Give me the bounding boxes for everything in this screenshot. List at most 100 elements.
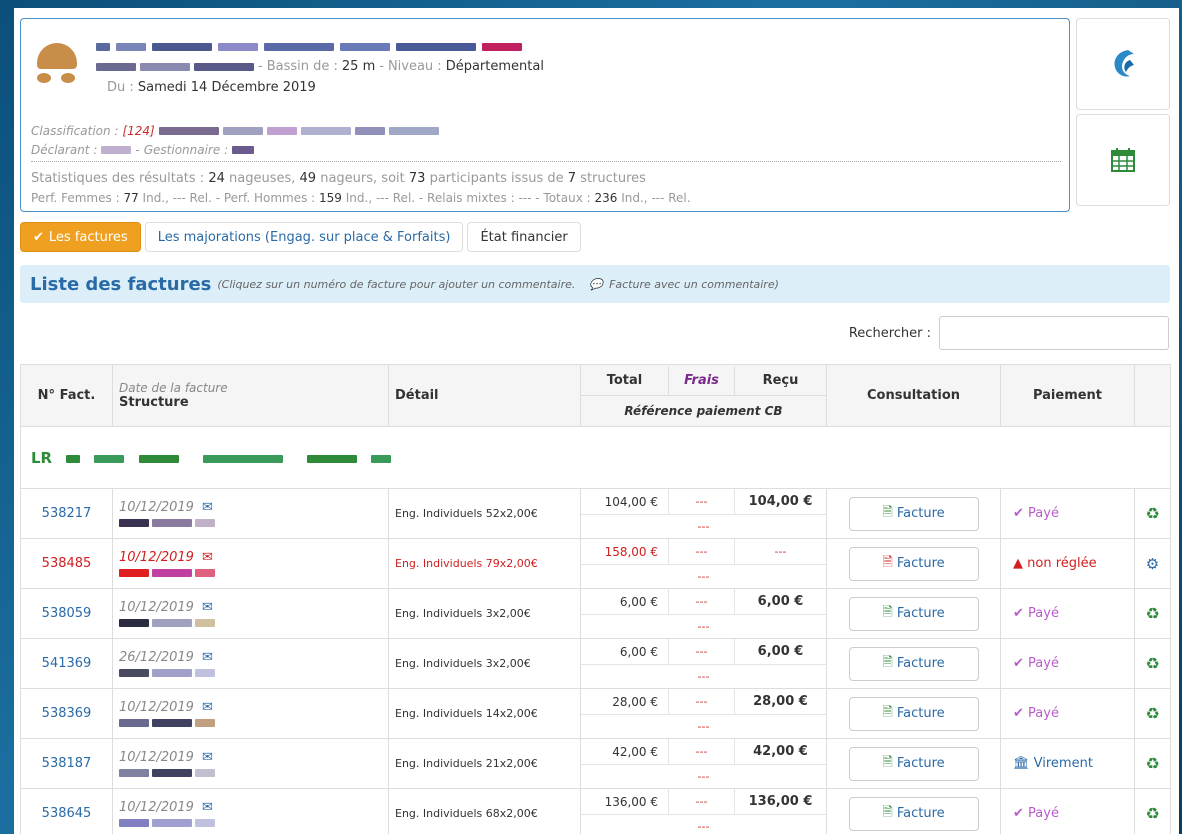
email-icon[interactable]: ✉ — [202, 500, 213, 515]
nageuses-label: nageuses, — [229, 171, 296, 186]
invoice-number-text[interactable]: 538485 — [42, 556, 92, 571]
facture-pdf-button[interactable]: 🗎 Facture — [848, 796, 979, 831]
pdf-icon: 🗎 — [882, 704, 893, 720]
participants-count: 73 — [408, 171, 426, 186]
facture-pdf-button[interactable]: 🗎 Facture — [848, 746, 979, 781]
recycle-icon[interactable]: ♻ — [1145, 804, 1159, 823]
perf-femmes-label: Perf. Femmes : — [31, 191, 120, 205]
facture-label: Facture — [896, 706, 945, 721]
check-icon: ✔ — [33, 229, 44, 245]
paid-status: ✔ Payé — [1013, 606, 1059, 621]
recycle-icon[interactable]: ♻ — [1145, 654, 1159, 673]
participants-label: participants issus de — [429, 171, 564, 186]
email-icon[interactable]: ✉ — [202, 750, 213, 765]
warning-icon: ▲ — [1013, 556, 1023, 571]
page: - Bassin de : 25 m - Niveau : Départemen… — [14, 8, 1179, 834]
col-total[interactable]: Total — [581, 365, 669, 395]
col-recu[interactable]: Reçu — [735, 366, 826, 395]
consultation-cell: 🗎 Facture — [826, 588, 1001, 639]
payment-reference: --- — [697, 570, 710, 583]
col-consultation[interactable]: Consultation — [826, 364, 1001, 427]
invoice-detail: Eng. Individuels 3x2,00€ — [388, 638, 581, 689]
payment-cell: ✔ Payé — [1000, 588, 1135, 639]
tab-factures-label: Les factures — [48, 229, 128, 245]
invoice-frais: --- — [669, 539, 735, 564]
money-cell: 6,00 € --- 6,00 € --- — [580, 638, 827, 689]
invoice-number[interactable]: 538645 — [20, 788, 113, 834]
stats-line-2: Perf. Femmes : 77 Ind., --- Rel. - Perf.… — [31, 191, 691, 205]
classification-label: Classification : — [31, 124, 119, 138]
totaux-value: 236 — [594, 191, 618, 205]
action-cell: ♻ — [1134, 488, 1171, 539]
consultation-cell: 🗎 Facture — [826, 488, 1001, 539]
payment-cell: ✔ Payé — [1000, 638, 1135, 689]
invoice-number-text[interactable]: 538059 — [42, 606, 92, 621]
payment-cell: ✔ Payé — [1000, 488, 1135, 539]
invoice-recu: 42,00 € — [753, 744, 808, 759]
email-icon[interactable]: ✉ — [202, 700, 213, 715]
invoice-date: 10/12/2019 — [119, 700, 194, 715]
tab-majorations-label: Les majorations (Engag. sur place & Forf… — [157, 229, 451, 245]
invoice-recu: --- — [774, 545, 787, 558]
invoice-number[interactable]: 538485 — [20, 538, 113, 589]
invoice-number[interactable]: 538369 — [20, 688, 113, 739]
calendar-button[interactable] — [1076, 114, 1170, 206]
consultation-cell: 🗎 Facture — [826, 688, 1001, 739]
facture-pdf-button[interactable]: 🗎 Facture — [848, 596, 979, 631]
table-row: 538485 10/12/2019 ✉ Eng. Individuels 79x… — [20, 538, 1171, 589]
table-row: 538187 10/12/2019 ✉ Eng. Individuels 21x… — [20, 738, 1171, 789]
email-icon[interactable]: ✉ — [202, 600, 213, 615]
perf-femmes-rest: Ind., --- Rel. - Perf. Hommes : — [142, 191, 316, 205]
invoice-number[interactable]: 538217 — [20, 488, 113, 539]
meet-title-redacted — [96, 41, 656, 53]
date-structure-cell: 10/12/2019 ✉ — [112, 488, 389, 539]
col-paiement[interactable]: Paiement — [1000, 364, 1135, 427]
email-icon[interactable]: ✉ — [202, 800, 213, 815]
nageurs-count: 49 — [299, 171, 317, 186]
facture-pdf-button[interactable]: 🗎 Facture — [848, 496, 979, 531]
tab-factures[interactable]: ✔ Les factures — [20, 222, 141, 252]
invoice-number[interactable]: 538059 — [20, 588, 113, 639]
action-cell: ♻ — [1134, 788, 1171, 834]
invoice-detail: Eng. Individuels 14x2,00€ — [388, 688, 581, 739]
invoices-table: N° Fact. Date de la facture Structure Dé… — [20, 364, 1171, 834]
invoice-number-text[interactable]: 538187 — [42, 756, 92, 771]
recycle-icon[interactable]: ♻ — [1145, 604, 1159, 623]
search-input[interactable] — [939, 316, 1169, 350]
col-num[interactable]: N° Fact. — [20, 364, 113, 427]
perf-hommes-value: 159 — [319, 191, 342, 205]
invoice-number[interactable]: 541369 — [20, 638, 113, 689]
ffn-logo-button[interactable] — [1076, 18, 1170, 110]
facture-label: Facture — [896, 756, 945, 771]
tab-majorations[interactable]: Les majorations (Engag. sur place & Forf… — [144, 222, 464, 252]
col-frais[interactable]: Frais — [669, 365, 735, 395]
facture-pdf-button[interactable]: 🗎 Facture — [848, 646, 979, 681]
recycle-icon[interactable]: ♻ — [1145, 504, 1159, 523]
date-structure-cell: 10/12/2019 ✉ — [112, 788, 389, 834]
email-icon[interactable]: ✉ — [202, 650, 213, 665]
invoice-detail: Eng. Individuels 52x2,00€ — [388, 488, 581, 539]
col-date-structure[interactable]: Date de la facture Structure — [112, 364, 389, 427]
invoice-number-text[interactable]: 538217 — [42, 506, 92, 521]
invoice-number-text[interactable]: 538645 — [42, 806, 92, 821]
facture-pdf-button[interactable]: 🗎 Facture — [848, 696, 979, 731]
facture-label: Facture — [896, 806, 945, 821]
facture-pdf-button[interactable]: 🗎 Facture — [848, 546, 979, 581]
recycle-icon[interactable]: ♻ — [1145, 704, 1159, 723]
paiement-label: Payé — [1028, 706, 1059, 721]
facture-label: Facture — [896, 506, 945, 521]
invoice-number-text[interactable]: 541369 — [42, 656, 92, 671]
meet-bassin-line: - Bassin de : 25 m - Niveau : Départemen… — [96, 59, 544, 74]
email-icon[interactable]: ✉ — [202, 550, 213, 565]
tab-etat-financier[interactable]: État financier — [467, 222, 581, 252]
col-detail[interactable]: Détail — [388, 364, 581, 427]
recycle-icon[interactable]: ♻ — [1145, 754, 1159, 773]
action-cell: ♻ — [1134, 588, 1171, 639]
consultation-cell: 🗎 Facture — [826, 738, 1001, 789]
divider — [31, 161, 1061, 162]
invoice-number[interactable]: 538187 — [20, 738, 113, 789]
check-icon: ✔ — [1013, 606, 1024, 621]
pdf-icon: 🗎 — [882, 504, 893, 520]
gears-icon[interactable]: ⚙ — [1146, 555, 1159, 573]
invoice-number-text[interactable]: 538369 — [42, 706, 92, 721]
